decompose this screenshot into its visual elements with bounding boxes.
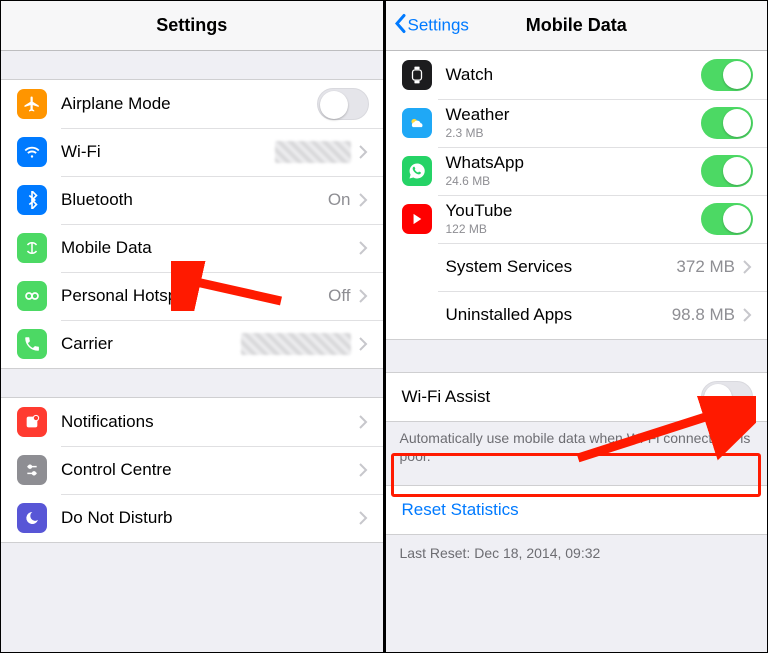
- wifi-assist-label: Wi-Fi Assist: [402, 388, 702, 407]
- chevron-right-icon: [359, 511, 369, 525]
- chevron-right-icon: [359, 241, 369, 255]
- row-airplane-mode[interactable]: Airplane Mode: [1, 80, 383, 128]
- row-control-centre[interactable]: Control Centre: [1, 446, 383, 494]
- chevron-right-icon: [743, 308, 753, 322]
- row-mobile-data[interactable]: Mobile Data: [1, 224, 383, 272]
- page-title-right: Mobile Data: [526, 15, 627, 36]
- back-label: Settings: [408, 16, 469, 36]
- left-header: Settings: [1, 1, 383, 51]
- row-dnd[interactable]: Do Not Disturb: [1, 494, 383, 542]
- row-bluetooth[interactable]: Bluetooth On: [1, 176, 383, 224]
- carrier-value-blurred: [241, 333, 351, 355]
- weather-toggle[interactable]: [701, 107, 753, 139]
- notifications-icon: [17, 407, 47, 437]
- carrier-icon: [17, 329, 47, 359]
- weather-app-icon: [402, 108, 432, 138]
- row-system-services[interactable]: System Services 372 MB: [386, 243, 768, 291]
- wifi-icon: [17, 137, 47, 167]
- weather-label: Weather 2.3 MB: [446, 106, 702, 140]
- chevron-right-icon: [359, 193, 369, 207]
- airplane-icon: [17, 89, 47, 119]
- reset-statistics-button[interactable]: Reset Statistics: [386, 485, 768, 535]
- chevron-right-icon: [359, 415, 369, 429]
- whatsapp-toggle[interactable]: [701, 155, 753, 187]
- row-personal-hotspot[interactable]: Personal Hotspot Off: [1, 272, 383, 320]
- row-app-weather[interactable]: Weather 2.3 MB: [386, 99, 768, 147]
- row-app-watch[interactable]: Watch: [386, 51, 768, 99]
- right-header: Settings Mobile Data: [386, 1, 768, 51]
- wifi-assist-desc: Automatically use mobile data when Wi-Fi…: [386, 422, 768, 473]
- system-services-label: System Services: [446, 258, 677, 277]
- chevron-right-icon: [359, 463, 369, 477]
- row-uninstalled-apps[interactable]: Uninstalled Apps 98.8 MB: [386, 291, 768, 339]
- last-reset-text: Last Reset: Dec 18, 2014, 09:32: [386, 535, 768, 571]
- system-services-value: 372 MB: [676, 257, 735, 277]
- bluetooth-label: Bluetooth: [61, 191, 328, 210]
- watch-app-icon: [402, 60, 432, 90]
- hotspot-icon: [17, 281, 47, 311]
- hotspot-label: Personal Hotspot: [61, 287, 328, 306]
- uninstalled-apps-label: Uninstalled Apps: [446, 306, 672, 325]
- back-button[interactable]: Settings: [394, 13, 469, 38]
- row-wifi[interactable]: Wi-Fi: [1, 128, 383, 176]
- control-centre-label: Control Centre: [61, 461, 359, 480]
- airplane-label: Airplane Mode: [61, 95, 317, 114]
- dnd-label: Do Not Disturb: [61, 509, 359, 528]
- mobile-data-label: Mobile Data: [61, 239, 359, 258]
- chevron-right-icon: [359, 145, 369, 159]
- row-notifications[interactable]: Notifications: [1, 398, 383, 446]
- row-carrier[interactable]: Carrier: [1, 320, 383, 368]
- settings-pane: Settings Airplane Mode Wi-Fi: [1, 1, 386, 652]
- whatsapp-label: WhatsApp 24.6 MB: [446, 154, 702, 188]
- hotspot-value: Off: [328, 286, 350, 306]
- wifi-value-blurred: [275, 141, 351, 163]
- notifications-label: Notifications: [61, 413, 359, 432]
- youtube-toggle[interactable]: [701, 203, 753, 235]
- watch-toggle[interactable]: [701, 59, 753, 91]
- row-wifi-assist[interactable]: Wi-Fi Assist: [386, 373, 768, 421]
- page-title-left: Settings: [156, 15, 227, 36]
- bluetooth-value: On: [328, 190, 351, 210]
- watch-label: Watch: [446, 66, 702, 85]
- row-app-whatsapp[interactable]: WhatsApp 24.6 MB: [386, 147, 768, 195]
- whatsapp-app-icon: [402, 156, 432, 186]
- youtube-label: YouTube 122 MB: [446, 202, 702, 236]
- chevron-right-icon: [359, 337, 369, 351]
- chevron-right-icon: [359, 289, 369, 303]
- bluetooth-icon: [17, 185, 47, 215]
- wifi-assist-toggle[interactable]: [701, 381, 753, 413]
- chevron-right-icon: [743, 260, 753, 274]
- mobile-data-icon: [17, 233, 47, 263]
- carrier-label: Carrier: [61, 335, 241, 354]
- uninstalled-apps-value: 98.8 MB: [672, 305, 735, 325]
- row-app-youtube[interactable]: YouTube 122 MB: [386, 195, 768, 243]
- mobile-data-pane: Settings Mobile Data Watch: [386, 1, 768, 652]
- dnd-icon: [17, 503, 47, 533]
- youtube-app-icon: [402, 204, 432, 234]
- chevron-left-icon: [394, 13, 406, 38]
- control-centre-icon: [17, 455, 47, 485]
- wifi-label: Wi-Fi: [61, 143, 275, 162]
- airplane-toggle[interactable]: [317, 88, 369, 120]
